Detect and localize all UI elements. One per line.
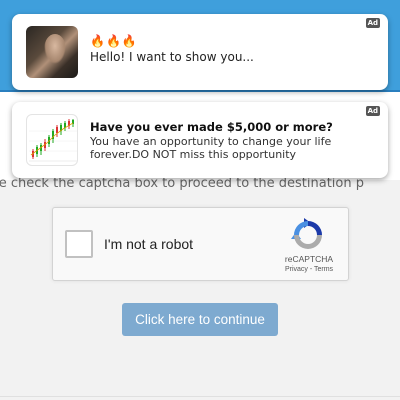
terms-link[interactable]: Terms xyxy=(314,266,333,273)
ad-body-text: You have an opportunity to change your l… xyxy=(90,135,332,161)
recaptcha-links: Privacy - Terms xyxy=(269,266,349,273)
ad-notification-2[interactable]: Ad Have you ever made $5,000 or more? Yo… xyxy=(12,102,388,178)
ad-badge: Ad xyxy=(365,106,380,116)
captcha-instruction-text: se check the captcha box to proceed to t… xyxy=(0,176,364,191)
continue-button[interactable]: Click here to continue xyxy=(122,303,278,336)
captcha-label: I'm not a robot xyxy=(104,236,194,252)
captcha-checkbox[interactable] xyxy=(65,230,93,258)
privacy-link[interactable]: Privacy xyxy=(285,266,308,273)
recaptcha-brand: reCAPTCHA xyxy=(284,254,334,264)
ad-message-text: Hello! I want to show you... xyxy=(90,50,254,64)
footer-divider xyxy=(0,396,400,397)
ad-notification-1[interactable]: Ad 🔥🔥🔥 Hello! I want to show you... xyxy=(12,14,388,90)
candlestick-chart-icon xyxy=(29,119,77,162)
ad-headline: Have you ever made $5,000 or more? xyxy=(90,120,333,134)
recaptcha-logo-icon xyxy=(291,218,322,249)
stock-chart-thumbnail xyxy=(26,114,78,166)
recaptcha-widget: I'm not a robot reCAPTCHA Privacy - Term… xyxy=(52,207,349,281)
ad-badge: Ad xyxy=(365,18,380,28)
fire-emoji-icons: 🔥🔥🔥 xyxy=(90,34,138,48)
ad-thumbnail-photo xyxy=(26,26,78,78)
